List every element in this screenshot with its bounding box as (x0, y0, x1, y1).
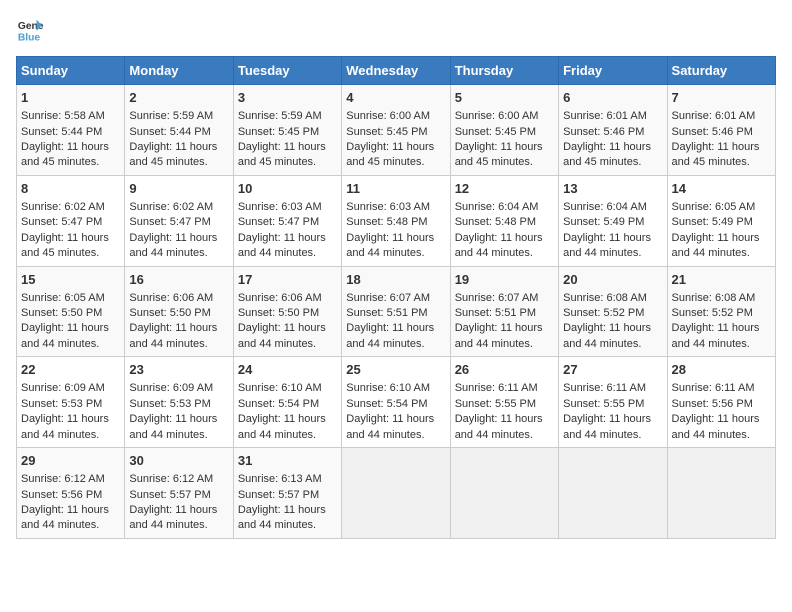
day-number: 6 (563, 89, 662, 107)
calendar-cell: 16Sunrise: 6:06 AMSunset: 5:50 PMDayligh… (125, 266, 233, 357)
day-number: 22 (21, 361, 120, 379)
week-row-2: 8Sunrise: 6:02 AMSunset: 5:47 PMDaylight… (17, 175, 776, 266)
calendar-cell: 11Sunrise: 6:03 AMSunset: 5:48 PMDayligh… (342, 175, 450, 266)
calendar-cell: 1Sunrise: 5:58 AMSunset: 5:44 PMDaylight… (17, 85, 125, 176)
week-row-3: 15Sunrise: 6:05 AMSunset: 5:50 PMDayligh… (17, 266, 776, 357)
calendar-cell: 15Sunrise: 6:05 AMSunset: 5:50 PMDayligh… (17, 266, 125, 357)
day-number: 10 (238, 180, 337, 198)
col-header-thursday: Thursday (450, 57, 558, 85)
calendar-cell: 31Sunrise: 6:13 AMSunset: 5:57 PMDayligh… (233, 448, 341, 539)
calendar-cell: 27Sunrise: 6:11 AMSunset: 5:55 PMDayligh… (559, 357, 667, 448)
day-number: 28 (672, 361, 771, 379)
calendar-cell: 8Sunrise: 6:02 AMSunset: 5:47 PMDaylight… (17, 175, 125, 266)
col-header-friday: Friday (559, 57, 667, 85)
calendar-cell: 22Sunrise: 6:09 AMSunset: 5:53 PMDayligh… (17, 357, 125, 448)
day-number: 5 (455, 89, 554, 107)
day-number: 17 (238, 271, 337, 289)
day-number: 7 (672, 89, 771, 107)
day-number: 2 (129, 89, 228, 107)
day-number: 30 (129, 452, 228, 470)
calendar-body: 1Sunrise: 5:58 AMSunset: 5:44 PMDaylight… (17, 85, 776, 539)
calendar-cell: 10Sunrise: 6:03 AMSunset: 5:47 PMDayligh… (233, 175, 341, 266)
calendar-cell: 26Sunrise: 6:11 AMSunset: 5:55 PMDayligh… (450, 357, 558, 448)
week-row-5: 29Sunrise: 6:12 AMSunset: 5:56 PMDayligh… (17, 448, 776, 539)
calendar-cell: 28Sunrise: 6:11 AMSunset: 5:56 PMDayligh… (667, 357, 775, 448)
calendar-cell: 9Sunrise: 6:02 AMSunset: 5:47 PMDaylight… (125, 175, 233, 266)
day-number: 15 (21, 271, 120, 289)
calendar-table: SundayMondayTuesdayWednesdayThursdayFrid… (16, 56, 776, 539)
svg-text:Blue: Blue (18, 32, 41, 43)
col-header-monday: Monday (125, 57, 233, 85)
calendar-cell: 29Sunrise: 6:12 AMSunset: 5:56 PMDayligh… (17, 448, 125, 539)
calendar-cell: 13Sunrise: 6:04 AMSunset: 5:49 PMDayligh… (559, 175, 667, 266)
calendar-cell (667, 448, 775, 539)
calendar-header-row: SundayMondayTuesdayWednesdayThursdayFrid… (17, 57, 776, 85)
col-header-sunday: Sunday (17, 57, 125, 85)
day-number: 24 (238, 361, 337, 379)
day-number: 11 (346, 180, 445, 198)
day-number: 19 (455, 271, 554, 289)
day-number: 21 (672, 271, 771, 289)
day-number: 12 (455, 180, 554, 198)
calendar-cell: 20Sunrise: 6:08 AMSunset: 5:52 PMDayligh… (559, 266, 667, 357)
day-number: 25 (346, 361, 445, 379)
day-number: 26 (455, 361, 554, 379)
calendar-cell (342, 448, 450, 539)
calendar-cell: 18Sunrise: 6:07 AMSunset: 5:51 PMDayligh… (342, 266, 450, 357)
day-number: 13 (563, 180, 662, 198)
calendar-cell: 30Sunrise: 6:12 AMSunset: 5:57 PMDayligh… (125, 448, 233, 539)
day-number: 20 (563, 271, 662, 289)
col-header-tuesday: Tuesday (233, 57, 341, 85)
page-header: General Blue (16, 16, 776, 44)
day-number: 8 (21, 180, 120, 198)
day-number: 23 (129, 361, 228, 379)
day-number: 4 (346, 89, 445, 107)
day-number: 3 (238, 89, 337, 107)
calendar-cell: 2Sunrise: 5:59 AMSunset: 5:44 PMDaylight… (125, 85, 233, 176)
calendar-cell: 19Sunrise: 6:07 AMSunset: 5:51 PMDayligh… (450, 266, 558, 357)
week-row-4: 22Sunrise: 6:09 AMSunset: 5:53 PMDayligh… (17, 357, 776, 448)
calendar-cell: 12Sunrise: 6:04 AMSunset: 5:48 PMDayligh… (450, 175, 558, 266)
day-number: 16 (129, 271, 228, 289)
calendar-cell: 23Sunrise: 6:09 AMSunset: 5:53 PMDayligh… (125, 357, 233, 448)
col-header-saturday: Saturday (667, 57, 775, 85)
calendar-cell: 21Sunrise: 6:08 AMSunset: 5:52 PMDayligh… (667, 266, 775, 357)
calendar-cell (450, 448, 558, 539)
week-row-1: 1Sunrise: 5:58 AMSunset: 5:44 PMDaylight… (17, 85, 776, 176)
calendar-cell: 14Sunrise: 6:05 AMSunset: 5:49 PMDayligh… (667, 175, 775, 266)
day-number: 1 (21, 89, 120, 107)
day-number: 31 (238, 452, 337, 470)
calendar-cell: 3Sunrise: 5:59 AMSunset: 5:45 PMDaylight… (233, 85, 341, 176)
day-number: 14 (672, 180, 771, 198)
calendar-cell: 5Sunrise: 6:00 AMSunset: 5:45 PMDaylight… (450, 85, 558, 176)
col-header-wednesday: Wednesday (342, 57, 450, 85)
day-number: 29 (21, 452, 120, 470)
calendar-cell: 6Sunrise: 6:01 AMSunset: 5:46 PMDaylight… (559, 85, 667, 176)
day-number: 27 (563, 361, 662, 379)
calendar-cell: 7Sunrise: 6:01 AMSunset: 5:46 PMDaylight… (667, 85, 775, 176)
calendar-cell: 4Sunrise: 6:00 AMSunset: 5:45 PMDaylight… (342, 85, 450, 176)
day-number: 18 (346, 271, 445, 289)
calendar-cell (559, 448, 667, 539)
logo-icon: General Blue (16, 16, 44, 44)
day-number: 9 (129, 180, 228, 198)
logo: General Blue (16, 16, 44, 44)
calendar-cell: 24Sunrise: 6:10 AMSunset: 5:54 PMDayligh… (233, 357, 341, 448)
calendar-cell: 25Sunrise: 6:10 AMSunset: 5:54 PMDayligh… (342, 357, 450, 448)
calendar-cell: 17Sunrise: 6:06 AMSunset: 5:50 PMDayligh… (233, 266, 341, 357)
